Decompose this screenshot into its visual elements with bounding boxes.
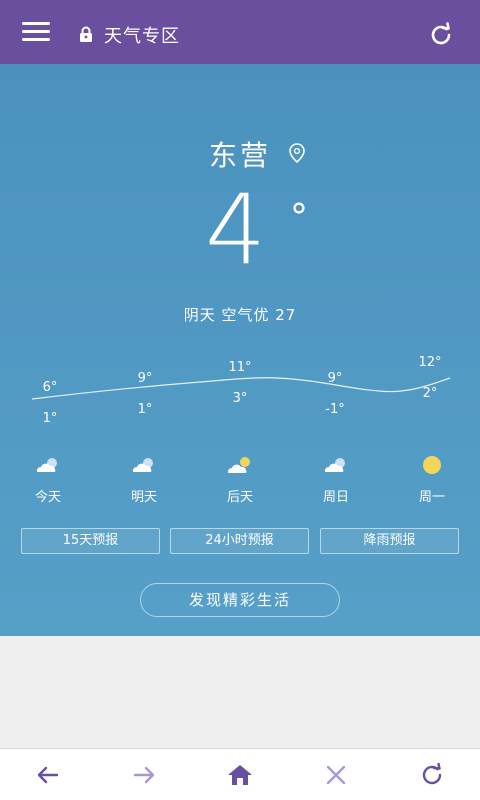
low-temp-day2: 1°: [137, 402, 153, 417]
day-label: 今天: [34, 490, 61, 505]
high-temp-day3: 11°: [228, 360, 252, 375]
high-temp-day4: 9°: [327, 371, 343, 386]
partly-sunny-icon: [227, 457, 250, 473]
forecast-days: 今天 明天 后天 周日 周一: [0, 456, 480, 506]
bottom-nav-bar: [0, 748, 480, 800]
refresh-icon[interactable]: [428, 22, 454, 48]
forecast-15-day-button[interactable]: 15天预报: [21, 528, 160, 554]
weather-panel: 东营 4 ° 阴天 空气优 27 6° 1° 9° 1° 11° 3° 9° -…: [0, 64, 480, 636]
cloudy-icon: [324, 458, 345, 472]
low-temp-day5: 2°: [422, 386, 438, 401]
low-temp-day4: -1°: [325, 402, 345, 417]
high-temp-day1: 6°: [42, 380, 58, 395]
rain-forecast-button[interactable]: 降雨预报: [320, 528, 459, 554]
forecast-day-after[interactable]: 后天: [210, 456, 270, 505]
back-icon[interactable]: [35, 763, 61, 787]
forecast-day-today[interactable]: 今天: [18, 456, 78, 505]
temperature-curve: [31, 377, 451, 400]
weather-condition: 阴天 空气优 27: [183, 306, 297, 324]
forecast-day-tomorrow[interactable]: 明天: [114, 456, 174, 505]
day-label: 明天: [130, 490, 157, 505]
high-temp-day2: 9°: [137, 371, 153, 386]
lock-icon: [80, 26, 92, 42]
forecast-day-sunday[interactable]: 周日: [306, 456, 366, 505]
discover-button[interactable]: 发现精彩生活: [140, 583, 340, 617]
forecast-day-monday[interactable]: 周一: [402, 456, 462, 505]
close-icon[interactable]: [323, 763, 349, 787]
high-temp-day5: 12°: [418, 355, 442, 370]
city-name: 东营: [208, 139, 271, 172]
day-label: 周一: [418, 490, 445, 505]
page-title: 天气专区: [104, 26, 180, 47]
sunny-icon: [423, 456, 441, 474]
temperature: 4: [205, 174, 267, 286]
cloudy-icon: [132, 458, 153, 472]
menu-icon[interactable]: [22, 22, 50, 42]
day-label: 周日: [322, 490, 349, 505]
top-bar: 天气专区: [0, 0, 480, 64]
forward-icon[interactable]: [131, 763, 157, 787]
home-icon[interactable]: [227, 763, 253, 787]
day-label: 后天: [226, 490, 253, 505]
degree-symbol: °: [290, 197, 308, 238]
low-temp-day3: 3°: [232, 391, 248, 406]
location-icon[interactable]: [287, 142, 307, 164]
refresh-icon[interactable]: [419, 763, 445, 787]
cloudy-icon: [36, 458, 57, 472]
forecast-24-hour-button[interactable]: 24小时预报: [170, 528, 309, 554]
low-temp-day1: 1°: [42, 411, 58, 426]
